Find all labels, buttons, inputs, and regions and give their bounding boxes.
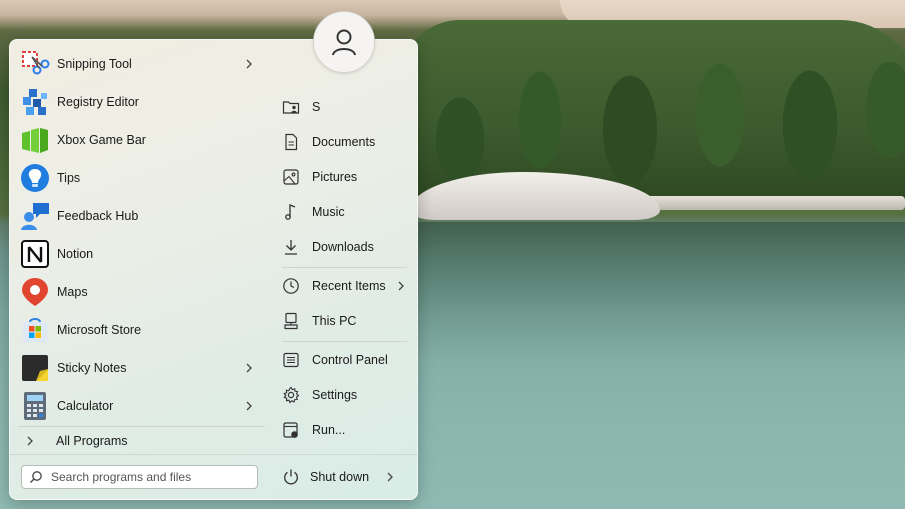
app-item-sticky-notes[interactable]: Sticky Notes xyxy=(10,349,266,387)
app-item-calculator[interactable]: Calculator xyxy=(10,387,266,425)
divider xyxy=(18,426,265,427)
chevron-right-icon xyxy=(27,436,33,446)
power-icon xyxy=(284,469,298,485)
app-item-xbox-game-bar[interactable]: Xbox Game Bar xyxy=(10,121,266,159)
app-item-maps[interactable]: Maps xyxy=(10,273,266,311)
place-item-run[interactable]: Run... xyxy=(274,415,414,445)
microsoft-store-icon xyxy=(20,315,50,345)
divider xyxy=(282,267,407,268)
chevron-right-icon[interactable] xyxy=(242,361,256,375)
control-panel-icon xyxy=(283,352,299,368)
place-item-control-panel[interactable]: Control Panel xyxy=(274,345,414,375)
chevron-right-icon[interactable] xyxy=(384,471,396,483)
app-label: Tips xyxy=(57,171,81,185)
app-label: Microsoft Store xyxy=(57,323,142,337)
user-folder-icon xyxy=(282,101,300,114)
settings-icon xyxy=(283,386,300,404)
app-item-microsoft-store[interactable]: Microsoft Store xyxy=(10,311,266,349)
place-item-downloads[interactable]: Downloads xyxy=(274,232,414,262)
place-label: Run... xyxy=(312,423,346,437)
app-label: Sticky Notes xyxy=(57,361,127,375)
place-label: Control Panel xyxy=(312,353,388,367)
pinned-apps-list: Snipping Tool Registry Editor Xbox Game … xyxy=(10,45,266,425)
app-label: Calculator xyxy=(57,399,114,413)
app-label: Snipping Tool xyxy=(57,57,132,71)
start-menu: Snipping Tool Registry Editor Xbox Game … xyxy=(9,39,419,500)
snipping-tool-icon xyxy=(20,49,50,79)
shut-down-button[interactable]: Shut down xyxy=(274,462,404,492)
tips-icon xyxy=(20,163,50,193)
place-item-settings[interactable]: Settings xyxy=(274,380,414,410)
app-label: Maps xyxy=(57,285,88,299)
place-item-pictures[interactable]: Pictures xyxy=(274,162,414,192)
search-input[interactable] xyxy=(51,470,241,484)
app-label: Notion xyxy=(57,247,94,261)
all-programs-button[interactable]: All Programs xyxy=(10,430,266,452)
place-label: Pictures xyxy=(312,170,358,184)
app-item-registry-editor[interactable]: Registry Editor xyxy=(10,83,266,121)
place-item-documents[interactable]: Documents xyxy=(274,127,414,157)
place-item-recent-items[interactable]: Recent Items xyxy=(274,271,414,301)
divider xyxy=(10,454,419,455)
downloads-icon xyxy=(285,240,297,255)
divider xyxy=(282,341,407,342)
user-avatar[interactable] xyxy=(313,11,375,73)
place-label: Music xyxy=(312,205,345,219)
wallpaper-reflection xyxy=(400,222,905,362)
chevron-right-icon[interactable] xyxy=(242,57,256,71)
place-label: Documents xyxy=(312,135,376,149)
calculator-icon xyxy=(20,391,50,421)
registry-editor-icon xyxy=(20,87,50,117)
app-label: Registry Editor xyxy=(57,95,139,109)
app-label: Feedback Hub xyxy=(57,209,139,223)
place-item-music[interactable]: Music xyxy=(274,197,414,227)
feedback-hub-icon xyxy=(20,201,50,231)
app-item-notion[interactable]: Notion xyxy=(10,235,266,273)
search-icon xyxy=(30,471,42,483)
this-pc-icon xyxy=(284,312,298,330)
search-box[interactable] xyxy=(21,465,258,489)
place-item-this-pc[interactable]: This PC xyxy=(274,306,414,336)
place-label: S xyxy=(312,100,321,114)
app-label: Xbox Game Bar xyxy=(57,133,146,147)
place-label: This PC xyxy=(312,314,357,328)
place-label: Settings xyxy=(312,388,358,402)
documents-icon xyxy=(285,133,298,151)
app-item-tips[interactable]: Tips xyxy=(10,159,266,197)
all-programs-label: All Programs xyxy=(56,434,128,448)
chevron-right-icon[interactable] xyxy=(242,399,256,413)
maps-icon xyxy=(20,277,50,307)
shut-down-label: Shut down xyxy=(310,470,370,484)
wallpaper-shore xyxy=(630,196,905,210)
place-item-user-folder[interactable]: S xyxy=(274,92,414,122)
place-label: Recent Items xyxy=(312,279,386,293)
run-icon xyxy=(283,422,298,438)
app-item-snipping-tool[interactable]: Snipping Tool xyxy=(10,45,266,83)
place-label: Downloads xyxy=(312,240,374,254)
recent-items-icon xyxy=(283,278,299,294)
notion-icon xyxy=(20,239,50,269)
xbox-game-bar-icon xyxy=(20,125,50,155)
sticky-notes-icon xyxy=(20,353,50,383)
pictures-icon xyxy=(283,169,299,185)
chevron-right-icon[interactable] xyxy=(395,280,407,292)
music-icon xyxy=(285,204,296,220)
app-item-feedback-hub[interactable]: Feedback Hub xyxy=(10,197,266,235)
user-avatar-icon xyxy=(332,29,356,56)
